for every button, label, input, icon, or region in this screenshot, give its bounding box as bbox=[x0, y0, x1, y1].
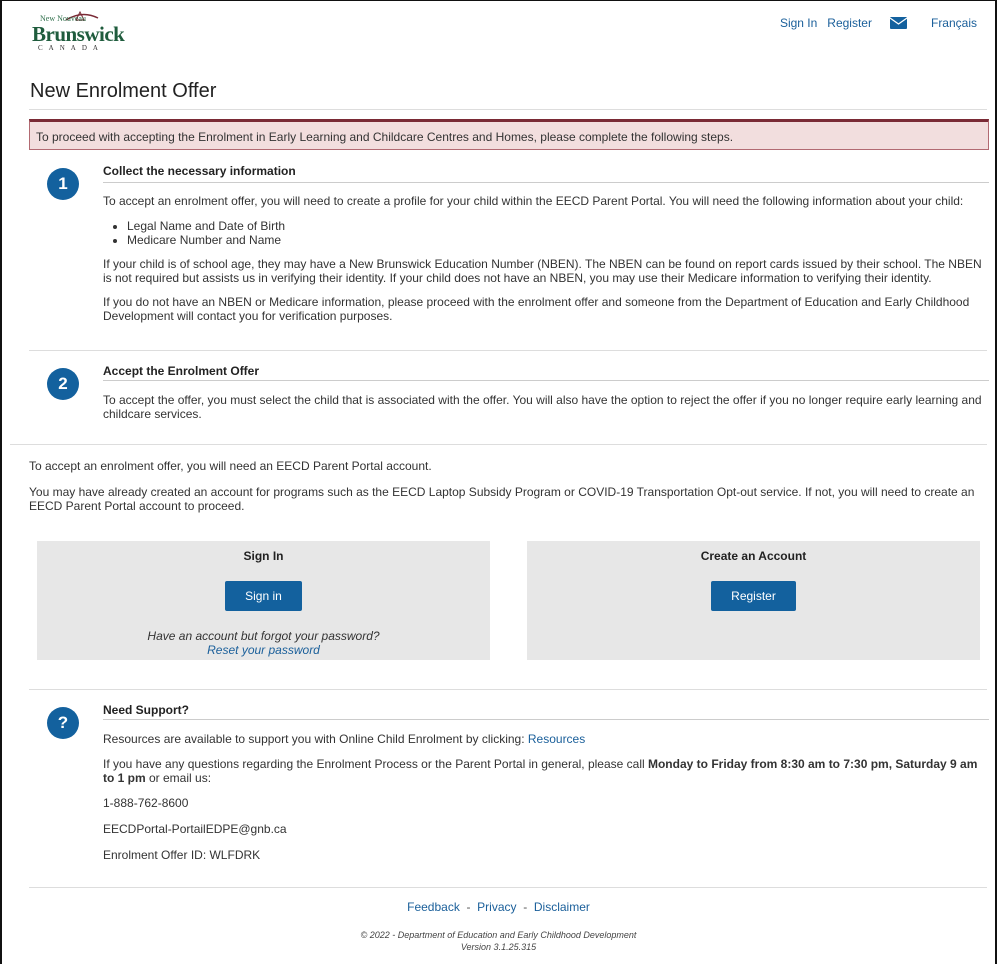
resources-label: Resources are available to support you w… bbox=[103, 732, 528, 746]
sign-in-panel: Sign In Sign in Have an account but forg… bbox=[37, 541, 490, 660]
forgot-password-text: Have an account but forgot your password… bbox=[147, 629, 380, 643]
separator: - bbox=[523, 900, 528, 914]
requirements-list: Legal Name and Date of Birth Medicare Nu… bbox=[103, 219, 989, 247]
list-item: Legal Name and Date of Birth bbox=[127, 219, 989, 233]
reset-password-link[interactable]: Reset your password bbox=[37, 643, 490, 657]
divider bbox=[10, 444, 987, 445]
step-1-title: Collect the necessary information bbox=[103, 164, 296, 178]
hours-pre: If you have any questions regarding the … bbox=[103, 757, 648, 771]
copyright-text: © 2022 - Department of Education and Ear… bbox=[360, 930, 637, 940]
email-link[interactable]: EECDPortal-PortailEDPE@gnb.ca bbox=[103, 822, 989, 836]
divider bbox=[29, 109, 987, 110]
support-section: ? Need Support? Resources are available … bbox=[29, 699, 989, 879]
separator: - bbox=[466, 900, 471, 914]
help-icon: ? bbox=[47, 707, 79, 739]
support-body: Resources are available to support you w… bbox=[103, 732, 989, 862]
step-2-text: To accept the offer, you must select the… bbox=[103, 393, 982, 421]
resources-link[interactable]: Resources bbox=[528, 732, 585, 746]
privacy-link[interactable]: Privacy bbox=[477, 900, 516, 914]
support-title: Need Support? bbox=[103, 703, 189, 717]
create-account-panel: Create an Account Register bbox=[527, 541, 980, 660]
account-intro: To accept an enrolment offer, you will n… bbox=[29, 459, 432, 473]
logo-canada: CANADA bbox=[38, 44, 104, 52]
hours-post: or email us: bbox=[145, 771, 212, 785]
divider bbox=[29, 887, 987, 888]
step-2-body: To accept the offer, you must select the… bbox=[103, 393, 989, 421]
step-1-intro: To accept an enrolment offer, you will n… bbox=[103, 194, 964, 208]
step-1-section: 1 Collect the necessary information To a… bbox=[29, 160, 989, 345]
alert-banner: To proceed with accepting the Enrolment … bbox=[29, 119, 989, 150]
sign-in-button[interactable]: Sign in bbox=[225, 581, 302, 611]
footer-links: Feedback - Privacy - Disclaimer bbox=[0, 900, 997, 914]
list-item: Medicare Number and Name bbox=[127, 233, 989, 247]
sign-in-link[interactable]: Sign In bbox=[780, 16, 817, 30]
step-1-badge: 1 bbox=[47, 168, 79, 200]
disclaimer-link[interactable]: Disclaimer bbox=[534, 900, 590, 914]
step-1-title-rule bbox=[103, 182, 989, 183]
divider bbox=[29, 689, 987, 690]
account-intro-2: You may have already created an account … bbox=[29, 485, 975, 513]
top-nav: Sign In Register Français bbox=[780, 16, 977, 30]
nben-paragraph: If your child is of school age, they may… bbox=[103, 257, 982, 285]
footer-copyright: © 2022 - Department of Education and Ear… bbox=[0, 929, 997, 953]
support-title-rule bbox=[103, 719, 989, 720]
no-nben-paragraph: If you do not have an NBEN or Medicare i… bbox=[103, 295, 970, 323]
mail-icon[interactable] bbox=[889, 17, 907, 29]
nb-logo[interactable]: New Nouveau Brunswick CANADA bbox=[32, 10, 142, 52]
page-title: New Enrolment Offer bbox=[30, 80, 217, 102]
step-2-section: 2 Accept the Enrolment Offer To accept t… bbox=[29, 360, 989, 440]
phone-link[interactable]: 1-888-762-8600 bbox=[103, 796, 989, 810]
hours-text: If you have any questions regarding the … bbox=[103, 757, 989, 785]
step-1-body: To accept an enrolment offer, you will n… bbox=[103, 194, 989, 323]
feedback-link[interactable]: Feedback bbox=[407, 900, 460, 914]
divider bbox=[29, 350, 987, 351]
version-text: Version 3.1.25.315 bbox=[460, 942, 537, 952]
offer-id: Enrolment Offer ID: WLFDRK bbox=[103, 848, 261, 862]
create-account-title: Create an Account bbox=[700, 549, 807, 563]
step-2-title-rule bbox=[103, 380, 989, 381]
alert-text: To proceed with accepting the Enrolment … bbox=[36, 130, 734, 144]
register-link[interactable]: Register bbox=[827, 16, 872, 30]
resources-text: Resources are available to support you w… bbox=[103, 732, 989, 746]
language-link[interactable]: Français bbox=[931, 16, 977, 30]
step-2-title: Accept the Enrolment Offer bbox=[103, 364, 260, 378]
step-2-badge: 2 bbox=[47, 368, 79, 400]
sign-in-panel-title: Sign In bbox=[243, 549, 284, 563]
register-button[interactable]: Register bbox=[711, 581, 796, 611]
